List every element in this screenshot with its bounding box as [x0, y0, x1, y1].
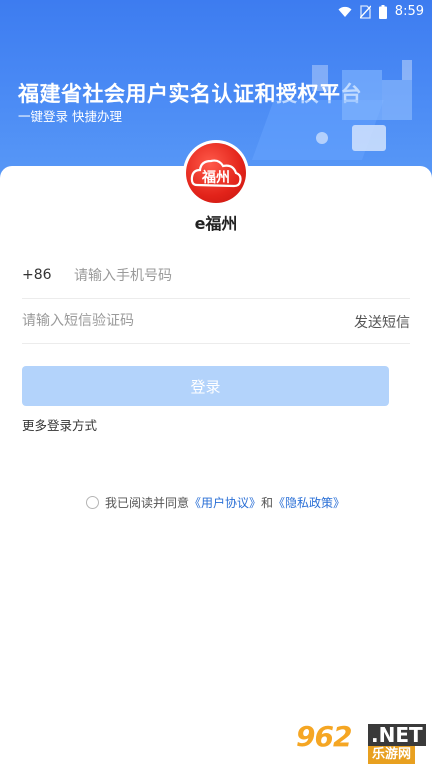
send-sms-button[interactable]: 发送短信	[354, 312, 410, 332]
app-logo: 福州	[183, 140, 249, 206]
no-sim-icon	[359, 4, 371, 19]
status-time: 8:59	[394, 4, 424, 19]
logo-cloud-shape: 福州	[190, 159, 242, 188]
wifi-icon	[338, 6, 352, 17]
banner-illustration	[252, 60, 412, 160]
agreement-and: 和	[261, 496, 274, 510]
user-agreement-link[interactable]: 《用户协议》	[189, 494, 261, 511]
status-bar: 8:59	[0, 0, 432, 24]
status-icons: 8:59	[338, 4, 424, 19]
agreement-radio[interactable]	[86, 496, 99, 509]
watermark-logo: 962 .NET 乐游网	[296, 720, 430, 766]
login-button[interactable]: 登录	[22, 366, 389, 406]
phone-input[interactable]	[74, 262, 394, 290]
more-login-link[interactable]: 更多登录方式	[22, 415, 97, 434]
watermark-net: .NET	[368, 724, 426, 746]
agreement-prefix: 我已阅读并同意	[105, 496, 190, 510]
country-code[interactable]: +86	[22, 267, 52, 283]
logo-text: 福州	[201, 169, 230, 186]
sms-code-input[interactable]	[22, 307, 322, 335]
watermark-number: 962	[296, 720, 352, 753]
app-name: e福州	[194, 214, 238, 233]
battery-icon	[378, 4, 387, 19]
watermark-cn: 乐游网	[368, 746, 416, 764]
banner-subtitle: 一键登录 快捷办理	[18, 109, 122, 124]
phone-row: +86	[22, 254, 410, 299]
agreement-row: 我已阅读并同意 《用户协议》 和 《隐私政策》	[86, 494, 345, 511]
code-row: 发送短信	[22, 299, 410, 344]
privacy-policy-link[interactable]: 《隐私政策》	[273, 494, 345, 511]
logo-cloud-icon: 福州	[186, 143, 246, 203]
